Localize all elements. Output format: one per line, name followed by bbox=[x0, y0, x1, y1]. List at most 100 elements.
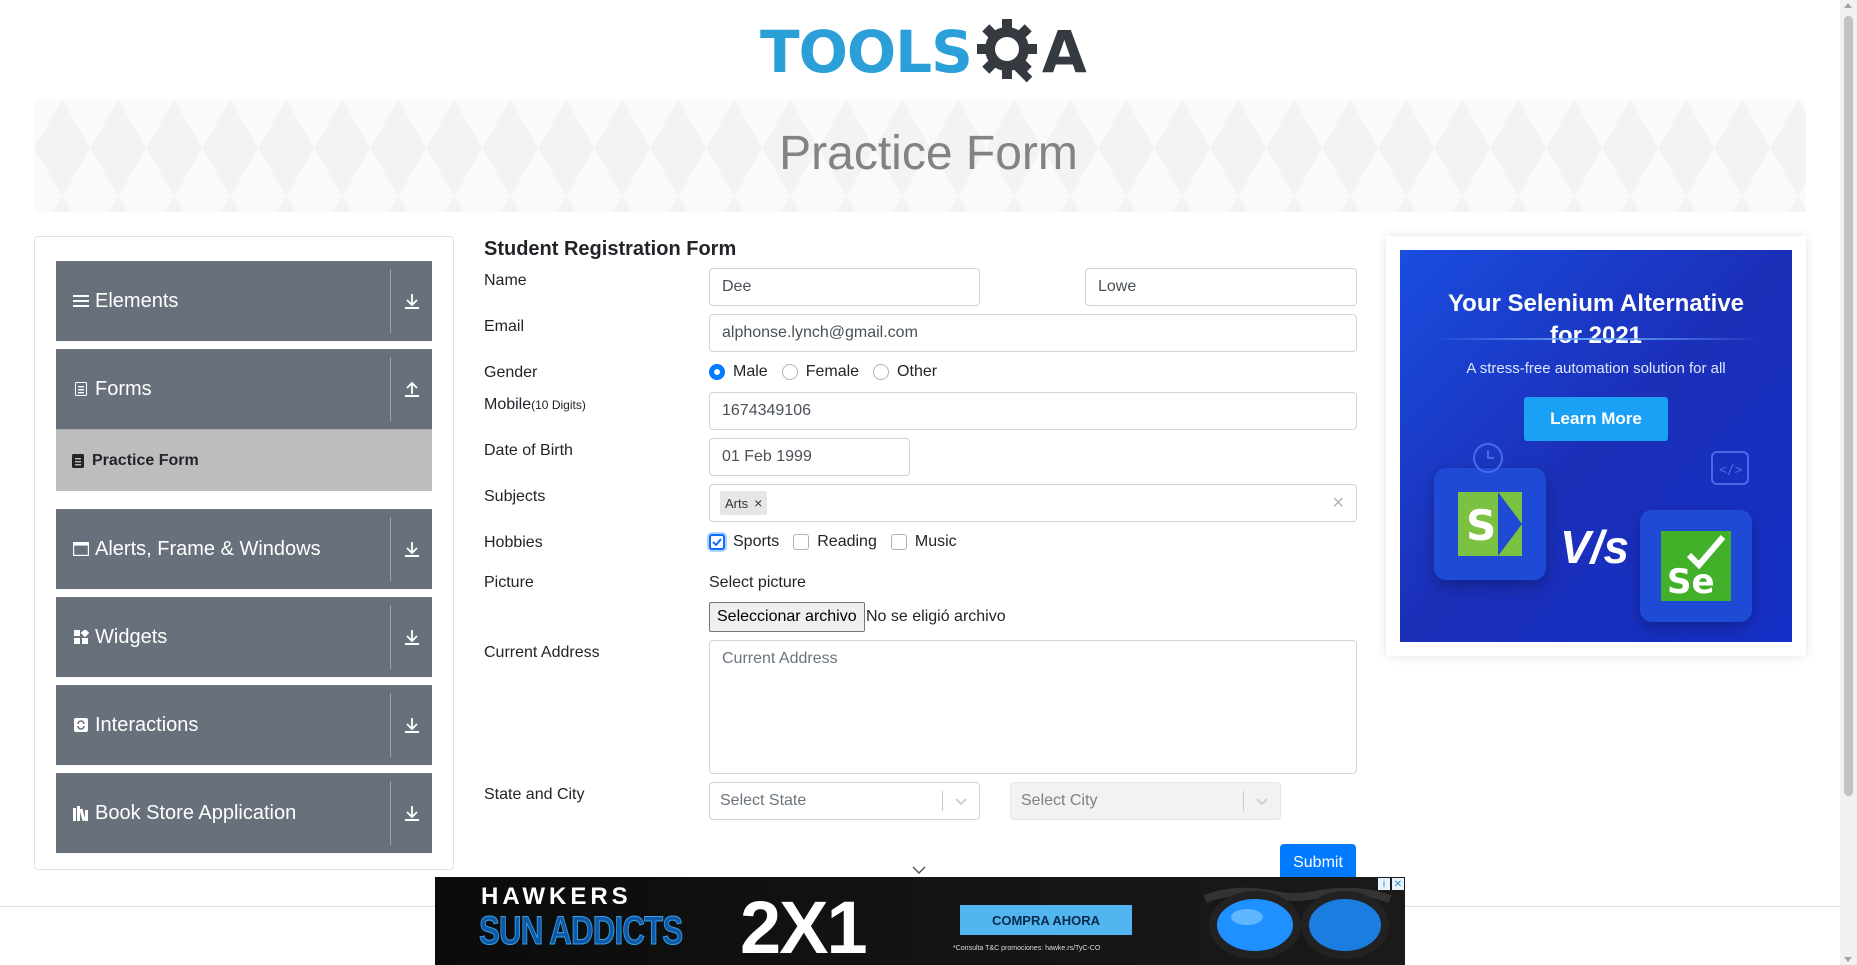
buy-now-button[interactable]: COMPRA AHORA bbox=[960, 905, 1132, 935]
subjects-label: Subjects bbox=[484, 488, 546, 505]
document-icon bbox=[73, 381, 89, 397]
hobby-reading-option[interactable]: Reading bbox=[793, 533, 877, 551]
divider bbox=[390, 357, 391, 421]
ad-headline: Your Selenium Alternative for 2021 bbox=[1400, 288, 1792, 352]
code-icon: </> bbox=[1711, 451, 1749, 485]
sidebar-group-label: Forms bbox=[95, 377, 152, 400]
hobby-sports-option[interactable]: Sports bbox=[709, 533, 779, 551]
mobile-input[interactable]: 1674349106 bbox=[709, 392, 1357, 430]
sidebar-group-interactions[interactable]: Interactions bbox=[56, 685, 432, 765]
vertical-scrollbar[interactable] bbox=[1840, 0, 1857, 965]
left-sidebar: Elements Forms Practice Form Alerts, Fra… bbox=[34, 236, 454, 870]
toolsqa-logo[interactable]: TOOLS A bbox=[760, 14, 1087, 90]
svg-text:</>: </> bbox=[1719, 463, 1743, 478]
download-arrow-icon[interactable] bbox=[402, 539, 422, 559]
last-name-input[interactable]: Lowe bbox=[1085, 268, 1357, 306]
sidebar-group-elements[interactable]: Elements bbox=[56, 261, 432, 341]
sidebar-group-widgets[interactable]: Widgets bbox=[56, 597, 432, 677]
download-arrow-icon[interactable] bbox=[402, 715, 422, 735]
city-placeholder: Select City bbox=[1021, 792, 1098, 809]
scroll-down-icon[interactable] bbox=[1844, 957, 1852, 962]
name-label: Name bbox=[484, 272, 527, 289]
page-title: Practice Form bbox=[779, 127, 1078, 180]
sidebar-group-label: Widgets bbox=[95, 625, 168, 648]
ad-choices[interactable]: i ✕ bbox=[1378, 878, 1404, 890]
radio-label: Other bbox=[897, 363, 938, 380]
date-of-birth-input[interactable]: 01 Feb 1999 bbox=[709, 438, 910, 476]
download-arrow-icon[interactable] bbox=[402, 291, 422, 311]
dob-label: Date of Birth bbox=[484, 442, 573, 459]
clear-icon[interactable]: × bbox=[1332, 492, 1344, 515]
side-ad[interactable]: Your Selenium Alternative for 2021 A str… bbox=[1386, 236, 1806, 656]
divider bbox=[390, 693, 391, 757]
choose-file-button[interactable]: Seleccionar archivo bbox=[709, 602, 865, 632]
download-arrow-icon[interactable] bbox=[402, 803, 422, 823]
upload-arrow-icon[interactable] bbox=[402, 379, 422, 399]
logo-qa: A bbox=[976, 17, 1087, 87]
hobbies-checkbox-group: Sports Reading Music bbox=[709, 533, 971, 551]
first-name-input[interactable]: Dee bbox=[709, 268, 980, 306]
checkbox-sports[interactable] bbox=[709, 534, 725, 550]
download-arrow-icon[interactable] bbox=[402, 627, 422, 647]
books-icon bbox=[73, 805, 89, 821]
sidebar-group-header[interactable]: Book Store Application bbox=[56, 773, 432, 853]
state-select[interactable]: Select State bbox=[709, 782, 980, 820]
chevron-down-icon[interactable] bbox=[953, 793, 969, 814]
divider bbox=[390, 781, 391, 845]
sidebar-group-header[interactable]: Interactions bbox=[56, 685, 432, 765]
gender-male-option[interactable]: Male bbox=[709, 363, 768, 381]
selenium-logo: Se bbox=[1640, 510, 1752, 622]
state-city-label: State and City bbox=[484, 786, 585, 803]
gender-radio-group: Male Female Other bbox=[709, 363, 951, 381]
scroll-up-icon[interactable] bbox=[1844, 3, 1852, 8]
close-icon[interactable]: ✕ bbox=[1392, 878, 1404, 890]
sidebar-group-forms[interactable]: Forms Practice Form bbox=[56, 349, 432, 491]
email-input[interactable]: alphonse.lynch@gmail.com bbox=[709, 314, 1357, 352]
ad-tagline: SUN ADDICTS bbox=[479, 909, 684, 954]
ad-fine-print: *Consulta T&C promociones: hawke.rs/TyC-… bbox=[953, 945, 1101, 952]
radio-other[interactable] bbox=[873, 364, 890, 380]
sidebar-group-bookstore[interactable]: Book Store Application bbox=[56, 773, 432, 853]
logo-text-tools: TOOLS bbox=[760, 18, 973, 86]
page: TOOLS A Practice Form Elements Forms Pra… bbox=[0, 0, 1857, 965]
radio-label: Male bbox=[733, 363, 768, 380]
remove-tag-icon[interactable]: × bbox=[754, 495, 762, 511]
picture-hint: Select picture bbox=[709, 574, 806, 591]
selenium-alternative-ad[interactable]: Your Selenium Alternative for 2021 A str… bbox=[1400, 250, 1792, 642]
sidebar-group-header[interactable]: Alerts, Frame & Windows bbox=[56, 509, 432, 589]
sidebar-group-alerts[interactable]: Alerts, Frame & Windows bbox=[56, 509, 432, 589]
state-placeholder: Select State bbox=[720, 792, 807, 809]
logo-text-a: A bbox=[1041, 18, 1087, 86]
divider bbox=[1243, 791, 1244, 811]
sidebar-item-practice-form[interactable]: Practice Form bbox=[56, 429, 432, 491]
radio-female[interactable] bbox=[781, 364, 798, 380]
radio-male[interactable] bbox=[709, 364, 725, 380]
checkbox-music[interactable] bbox=[890, 534, 907, 550]
sidebar-group-header[interactable]: Elements bbox=[56, 261, 432, 341]
current-address-textarea[interactable]: Current Address bbox=[709, 640, 1357, 774]
subject-tag-label: Arts bbox=[725, 495, 749, 511]
learn-more-button[interactable]: Learn More bbox=[1524, 397, 1668, 441]
checkbox-reading[interactable] bbox=[793, 534, 810, 550]
sidebar-group-header[interactable]: Forms bbox=[56, 349, 432, 429]
gear-magnifier-icon bbox=[976, 19, 1037, 83]
scrollbar-thumb[interactable] bbox=[1844, 16, 1853, 796]
gender-other-option[interactable]: Other bbox=[873, 363, 937, 381]
mobile-label: Mobile(10 Digits) bbox=[484, 396, 586, 414]
chevron-down-icon bbox=[1254, 793, 1270, 814]
svg-text:Se: Se bbox=[1667, 562, 1715, 601]
gender-female-option[interactable]: Female bbox=[781, 363, 859, 381]
info-icon[interactable]: i bbox=[1378, 878, 1390, 890]
sidebar-group-label: Interactions bbox=[95, 713, 199, 736]
divider bbox=[942, 791, 943, 811]
ad-brand: HAWKERS bbox=[481, 883, 632, 910]
hobby-music-option[interactable]: Music bbox=[890, 533, 957, 551]
file-status: No se eligió archivo bbox=[866, 608, 1006, 625]
testsigma-logo: S bbox=[1434, 468, 1546, 580]
subjects-input[interactable]: Arts × × bbox=[709, 484, 1357, 522]
sidebar-group-header[interactable]: Widgets bbox=[56, 597, 432, 677]
sidebar-group-label: Book Store Application bbox=[95, 801, 297, 824]
bottom-banner-ad[interactable]: HAWKERS SUN ADDICTS 2X1 COMPRA AHORA *Co… bbox=[435, 877, 1405, 965]
versus-text: V/s bbox=[1560, 521, 1630, 573]
divider bbox=[390, 517, 391, 581]
